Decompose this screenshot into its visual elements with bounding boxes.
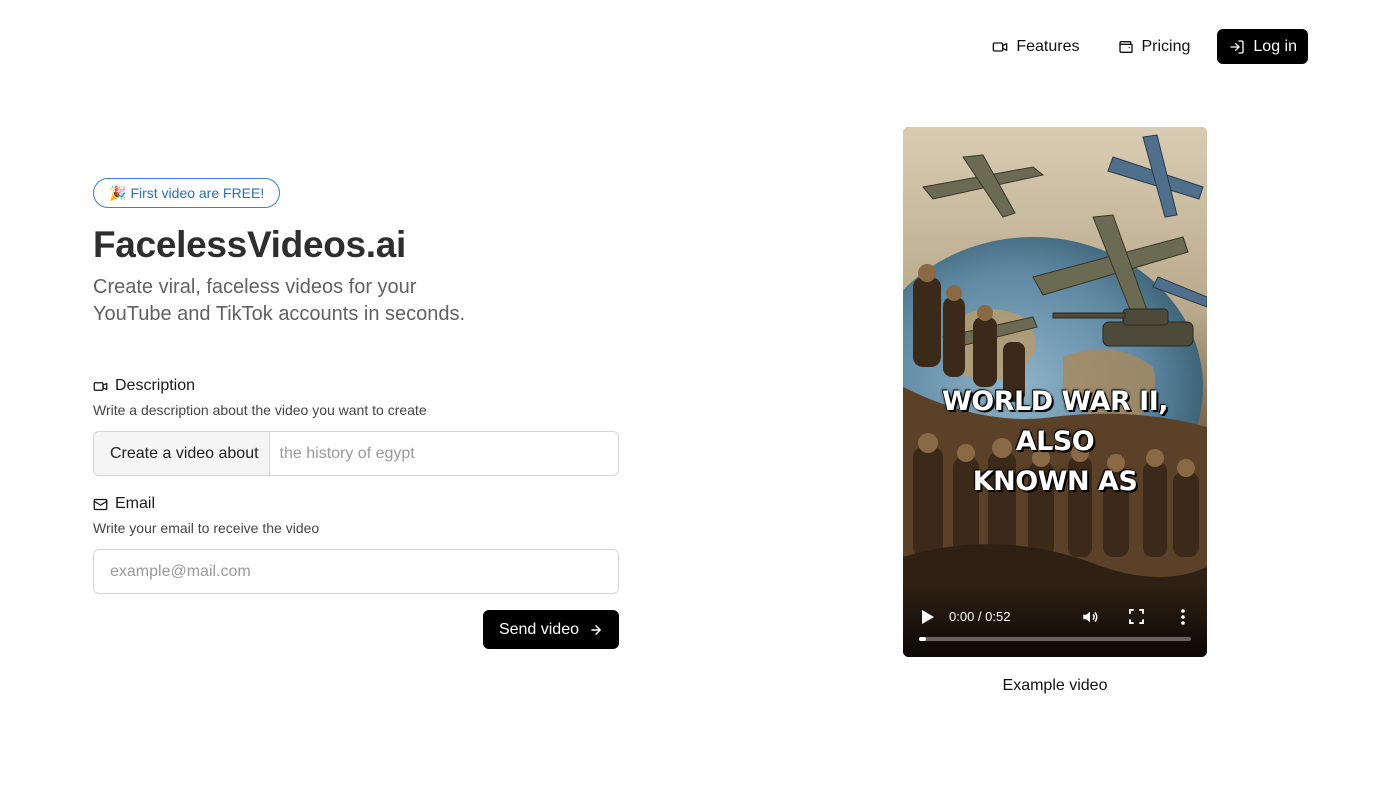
- nav-features-label: Features: [1016, 37, 1080, 55]
- video-caption-line2: KNOWN AS: [972, 466, 1138, 497]
- description-input[interactable]: [269, 432, 618, 475]
- login-button[interactable]: Log in: [1217, 29, 1308, 64]
- login-label: Log in: [1253, 37, 1297, 55]
- description-help: Write a description about the video you …: [93, 402, 427, 418]
- more-options-icon[interactable]: [1179, 608, 1187, 626]
- send-video-label: Send video: [498, 620, 579, 638]
- log-in-icon: [1230, 39, 1245, 54]
- email-label: Email: [93, 494, 619, 514]
- mail-icon: [93, 498, 108, 510]
- video-progress-bar[interactable]: [919, 637, 1191, 641]
- email-help: Write your email to receive the video: [93, 520, 320, 536]
- video-caption: WORLD WAR II, ALSO KNOWN AS: [903, 382, 1207, 502]
- top-nav: Features Pricing Log in: [992, 29, 1308, 64]
- description-input-group: Create a video about: [93, 431, 619, 476]
- free-badge: 🎉 First video are FREE!: [93, 178, 281, 208]
- video-player[interactable]: WORLD WAR II, ALSO KNOWN AS 0:00 / 0:52: [903, 127, 1207, 657]
- arrow-right-icon: [591, 624, 601, 635]
- nav-pricing-link[interactable]: Pricing: [1118, 29, 1191, 64]
- hero-form: 🎉 First video are FREE! FacelessVideos.a…: [93, 178, 619, 649]
- video-progress-fill: [919, 637, 926, 641]
- email-label-text: Email: [115, 495, 156, 512]
- example-video-label: Example video: [1002, 677, 1108, 694]
- party-popper-icon: 🎉: [109, 184, 127, 201]
- description-label: Description: [93, 376, 619, 396]
- page-title: FacelessVideos.ai: [93, 224, 407, 265]
- send-row: Send video: [93, 610, 619, 649]
- nav-pricing-label: Pricing: [1141, 37, 1191, 55]
- send-video-button[interactable]: Send video: [482, 610, 619, 649]
- description-prefix: Create a video about: [94, 432, 270, 475]
- email-input[interactable]: [93, 549, 619, 594]
- video-caption-line1: WORLD WAR II, ALSO: [941, 386, 1169, 457]
- page-subtitle: Create viral, faceless videos for your Y…: [93, 276, 466, 325]
- example-video-section: WORLD WAR II, ALSO KNOWN AS 0:00 / 0:52 …: [903, 127, 1207, 695]
- description-field: Description Write a description about th…: [93, 376, 619, 476]
- volume-icon[interactable]: [1081, 608, 1099, 626]
- video-time: 0:00 / 0:52: [949, 609, 1011, 624]
- description-label-text: Description: [115, 377, 196, 394]
- video-controls: 0:00 / 0:52: [903, 585, 1207, 657]
- nav-features-link[interactable]: Features: [992, 29, 1080, 64]
- email-field: Email Write your email to receive the vi…: [93, 494, 619, 594]
- video-camera-icon: [93, 381, 108, 391]
- free-badge-text: First video are FREE!: [130, 185, 265, 201]
- wallet-icon: [1118, 40, 1133, 53]
- video-camera-icon: [993, 41, 1008, 52]
- fullscreen-icon[interactable]: [1129, 609, 1144, 624]
- play-icon[interactable]: [921, 609, 935, 625]
